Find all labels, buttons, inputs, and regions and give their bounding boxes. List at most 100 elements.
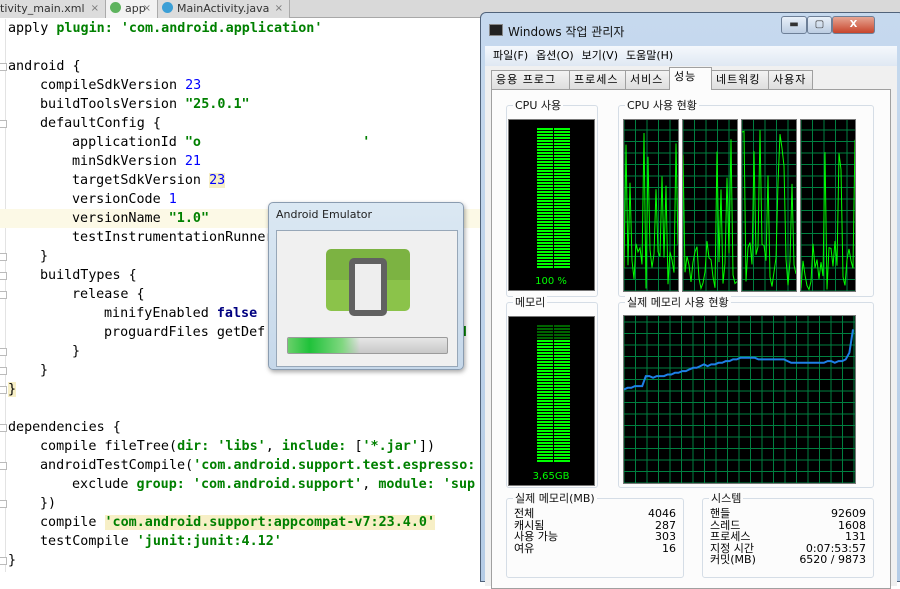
meter-segment: [537, 361, 553, 363]
meter-segment: [554, 382, 570, 384]
meter-segment: [537, 448, 553, 450]
fold-marker-icon[interactable]: [0, 272, 7, 280]
meter-segment: [537, 239, 553, 241]
code-token: ,: [362, 477, 379, 492]
meter-segment: [537, 260, 553, 262]
code-token: defaultConfig {: [40, 116, 161, 131]
meter-segment: [554, 233, 570, 235]
window-title: Windows 작업 관리자: [508, 25, 625, 39]
meter-value: 3,65GB: [533, 471, 570, 482]
code-token: 'com.android.support:appcompat-v7:23.4.0…: [104, 515, 436, 530]
editor-tab[interactable]: MainActivity.java ×: [158, 0, 290, 18]
menu-item[interactable]: 도움말(H): [626, 46, 673, 66]
meter-segment: [537, 188, 553, 190]
cpu-core-graph: [741, 119, 797, 292]
fold-marker-icon[interactable]: [0, 462, 7, 470]
code-token: '*.jar': [362, 439, 419, 454]
memory-history-graph: [623, 315, 856, 484]
fold-marker-icon[interactable]: [0, 424, 7, 432]
close-tab-icon[interactable]: ×: [143, 0, 151, 17]
menu-item[interactable]: 파일(F): [493, 46, 528, 66]
stat-value: 92609: [831, 507, 866, 520]
meter-segment: [554, 361, 570, 363]
meter-segment: [537, 167, 553, 169]
meter-segment: [554, 379, 570, 381]
fold-marker-icon[interactable]: [0, 367, 7, 375]
fold-marker-icon[interactable]: [0, 557, 7, 565]
meter-segment: [537, 370, 553, 372]
meter-segment: [554, 215, 570, 217]
tab[interactable]: 사용자: [768, 70, 813, 89]
meter-segment: [537, 266, 553, 268]
tab[interactable]: 네트워킹: [711, 70, 769, 89]
code-token: buildToolsVersion: [40, 97, 186, 112]
code-token: group: 'com.android.support': [136, 477, 363, 492]
meter-segment: [537, 179, 553, 181]
fold-marker-icon[interactable]: [0, 120, 7, 128]
fold-marker-icon[interactable]: [0, 348, 7, 356]
tab[interactable]: 성능: [669, 67, 712, 90]
editor-tab[interactable]: app ×: [106, 0, 158, 18]
meter-segment: [537, 263, 553, 265]
meter-segment: [537, 436, 553, 438]
editor-tab[interactable]: tivity_main.xml ×: [0, 0, 106, 18]
maximize-button[interactable]: ▢: [807, 16, 832, 34]
meter-segment: [537, 209, 553, 211]
minimize-button[interactable]: ▬: [781, 16, 807, 34]
fold-marker-icon[interactable]: [0, 386, 7, 394]
stat-row: 커밋(MB) 6520 / 9873: [710, 554, 866, 566]
meter-segment: [554, 131, 570, 133]
meter-segment: [537, 367, 553, 369]
meter-segment: [554, 188, 570, 190]
meter-segment: [537, 215, 553, 217]
phone-icon: [349, 258, 387, 316]
meter-segment: [537, 349, 553, 351]
meter-segment: [554, 176, 570, 178]
meter-segment: [537, 421, 553, 423]
stat-value: 6520 / 9873: [799, 553, 866, 566]
code-token: 23: [209, 173, 226, 188]
fold-marker-icon[interactable]: [0, 63, 7, 71]
code-token: module: 'sup: [378, 477, 476, 492]
meter-segment: [537, 412, 553, 414]
meter-segment: [554, 152, 570, 154]
code-token: compileSdkVersion: [40, 78, 186, 93]
code-token: }: [8, 382, 17, 397]
meter-segment: [554, 376, 570, 378]
code-token: versionName: [72, 211, 169, 226]
fold-marker-icon[interactable]: [0, 500, 7, 508]
code-token: compile: [40, 515, 105, 530]
tab[interactable]: 프로세스: [569, 70, 626, 89]
android-emulator-icon: [326, 249, 410, 316]
menu-bar: 파일(F) 옵션(O) 보기(V) 도움말(H): [485, 46, 897, 66]
close-tab-icon[interactable]: ×: [91, 0, 99, 17]
meter-segment: [554, 346, 570, 348]
meter-segment: [554, 257, 570, 259]
meter-segment: [554, 155, 570, 157]
meter-segment: [537, 403, 553, 405]
code-token: ,: [265, 439, 282, 454]
meter-segment: [554, 424, 570, 426]
menu-item[interactable]: 보기(V): [582, 46, 618, 66]
tab[interactable]: 응용 프로그램: [491, 70, 570, 103]
fold-marker-icon[interactable]: [0, 291, 7, 299]
meter-segment: [537, 143, 553, 145]
close-button[interactable]: X: [832, 16, 875, 34]
meter-segment: [537, 382, 553, 384]
tab[interactable]: 서비스: [625, 70, 670, 89]
code-token: "1.0": [168, 211, 210, 226]
stat-row: 여유 16: [514, 542, 676, 555]
code-token: minifyEnabled: [104, 306, 217, 321]
meter-segment: [537, 161, 553, 163]
meter-segment: [537, 185, 553, 187]
menu-item[interactable]: 옵션(O): [536, 46, 573, 66]
fold-marker-icon[interactable]: [0, 253, 7, 261]
close-tab-icon[interactable]: ×: [275, 0, 283, 17]
meter-segment: [537, 409, 553, 411]
meter-segment: [537, 457, 553, 459]
meter-segment: [537, 206, 553, 208]
meter-segment: [537, 346, 553, 348]
task-manager-window: Windows 작업 관리자 ▬ ▢ X 파일(F) 옵션(O) 보기(V) 도움말(…: [480, 12, 900, 589]
meter-segment: [537, 251, 553, 253]
meter-segment: [554, 170, 570, 172]
